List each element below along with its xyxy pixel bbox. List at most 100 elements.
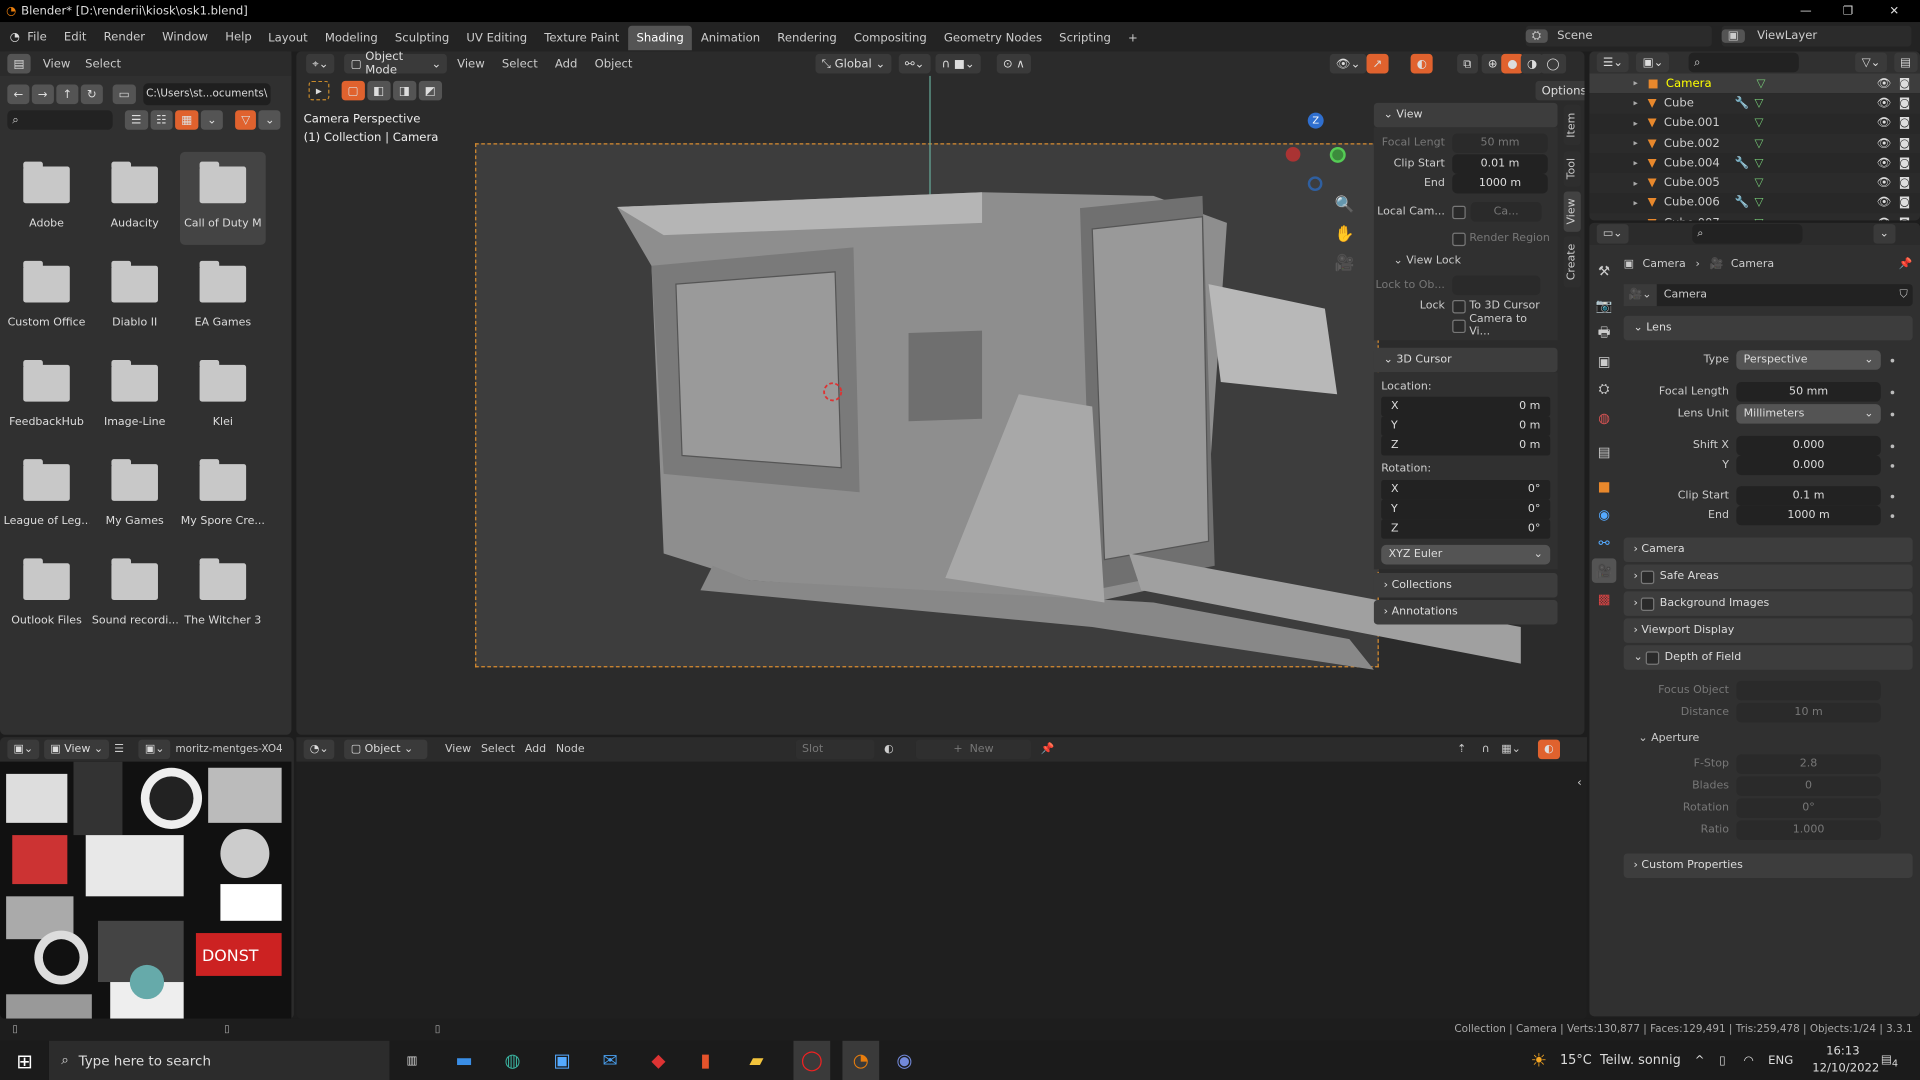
- section-background-images[interactable]: › Background Images: [1623, 591, 1913, 616]
- workspace-tab-rendering[interactable]: Rendering: [769, 26, 846, 50]
- clip-start-field[interactable]: 0.1 m: [1736, 486, 1881, 506]
- object-name[interactable]: Cube.005: [1664, 176, 1735, 189]
- path-field[interactable]: C:\Users\st...ocuments\: [143, 83, 271, 106]
- folder-item[interactable]: FeedbackHub: [4, 350, 90, 443]
- render-camera-icon[interactable]: ◙: [1899, 157, 1910, 170]
- clip-end-field[interactable]: 1000 m: [1736, 505, 1881, 526]
- editor-type-button[interactable]: ◔⌄: [303, 739, 335, 760]
- workspace-tab-compositing[interactable]: Compositing: [845, 26, 935, 50]
- render-region-checkbox[interactable]: [1452, 232, 1466, 246]
- expand-icon[interactable]: ▸: [1633, 138, 1637, 148]
- section-depth-of-field[interactable]: ⌄ Depth of Field: [1623, 645, 1913, 670]
- workspace-tab-uv-editing[interactable]: UV Editing: [458, 26, 536, 50]
- render-camera-icon[interactable]: ◙: [1899, 216, 1910, 220]
- aperture-subpanel-header[interactable]: ⌄ Aperture: [1624, 724, 1913, 753]
- lock-to-cursor-checkbox[interactable]: [1452, 299, 1466, 313]
- expand-icon[interactable]: ▸: [1633, 98, 1637, 108]
- render-camera-icon[interactable]: ◙: [1899, 77, 1910, 90]
- notification-center-icon[interactable]: ▤4: [1881, 1053, 1898, 1069]
- workspace-tab--[interactable]: +: [1119, 26, 1146, 50]
- outliner-row[interactable]: ▸ ▼ Cube.001 ▽ 👁 ◙: [1589, 113, 1920, 134]
- visibility-eye-icon[interactable]: 👁: [1877, 216, 1892, 220]
- editor-type-button[interactable]: ▣⌄: [7, 739, 40, 760]
- taskbar-search[interactable]: ⌕ Type here to search: [48, 1040, 390, 1080]
- editor-type-button[interactable]: ▤: [7, 53, 31, 74]
- render-camera-icon[interactable]: ◙: [1899, 137, 1910, 150]
- visibility-eye-icon[interactable]: 👁: [1877, 137, 1892, 150]
- scene-tab-icon[interactable]: ⛭: [1592, 377, 1616, 401]
- section-checkbox[interactable]: [1641, 570, 1655, 584]
- outliner-row[interactable]: ▸ ▼ Cube.002 ▽ 👁 ◙: [1589, 133, 1920, 154]
- blender-menu-icon[interactable]: ◔: [10, 30, 20, 43]
- game-app-icon[interactable]: ◆: [651, 1049, 665, 1071]
- zoom-icon[interactable]: 🔍: [1335, 196, 1355, 214]
- local-camera-field[interactable]: Ca...: [1470, 202, 1542, 222]
- visibility-eye-icon[interactable]: 👁: [1877, 196, 1892, 209]
- render-tab-icon[interactable]: 📷: [1592, 293, 1616, 317]
- expand-icon[interactable]: ▸: [1633, 158, 1637, 168]
- image-name[interactable]: moritz-mentges-XO4: [175, 743, 282, 755]
- section-safe-areas[interactable]: › Safe Areas: [1623, 564, 1913, 589]
- object-name[interactable]: Camera: [1666, 77, 1737, 90]
- collections-panel-header[interactable]: › Collections: [1373, 573, 1558, 598]
- weather-text[interactable]: 15°C Teilw. sonnig: [1560, 1053, 1681, 1068]
- lens-unit-field[interactable]: Millimeters ⌄: [1736, 404, 1881, 424]
- output-tab-icon[interactable]: 🖶: [1592, 321, 1616, 345]
- lens-panel-header[interactable]: ⌄ Lens: [1623, 315, 1913, 341]
- object-name[interactable]: Cube.001: [1664, 117, 1735, 130]
- lock-object-field[interactable]: [1452, 275, 1541, 296]
- shader-node-editor[interactable]: ◔⌄ ▢ Object ⌄ View Select Add Node Slot …: [296, 737, 1587, 1019]
- new-folder-button[interactable]: ▭: [112, 84, 136, 105]
- view-lock-header[interactable]: View Lock: [1406, 255, 1461, 267]
- local-camera-checkbox[interactable]: [1452, 205, 1466, 219]
- visibility-eye-icon[interactable]: 👁: [1877, 97, 1892, 110]
- keyframe-dot-icon[interactable]: [1890, 513, 1895, 518]
- thumbnails-button[interactable]: ▦: [175, 110, 199, 130]
- sidebar-tab-tool[interactable]: Tool: [1563, 150, 1581, 187]
- menu-help[interactable]: Help: [225, 30, 252, 43]
- render-camera-icon[interactable]: ◙: [1899, 176, 1910, 189]
- pan-hand-icon[interactable]: ✋: [1335, 225, 1355, 243]
- cursor-location-z[interactable]: Z 0 m: [1381, 435, 1551, 456]
- workspace-tab-animation[interactable]: Animation: [692, 26, 768, 50]
- display-settings-dropdown[interactable]: ⌄: [200, 110, 223, 130]
- shift-y-field[interactable]: 0.000: [1736, 455, 1881, 476]
- vertical-list-button[interactable]: ☰: [124, 110, 148, 130]
- folder-item[interactable]: My Spore Cre...: [180, 449, 266, 542]
- tool-tab-icon[interactable]: ⚒: [1592, 258, 1616, 282]
- object-name[interactable]: Cube: [1664, 97, 1735, 110]
- workspace-tab-layout[interactable]: Layout: [260, 26, 317, 50]
- folder-item[interactable]: Klei: [180, 350, 266, 443]
- office-app-icon[interactable]: ▮: [700, 1049, 710, 1071]
- tray-device-icon[interactable]: ▯: [1719, 1054, 1725, 1067]
- folder-item[interactable]: My Games: [92, 449, 178, 542]
- view-layer-tab-icon[interactable]: ▣: [1592, 349, 1616, 373]
- sidebar-tab-item[interactable]: Item: [1563, 105, 1581, 146]
- gizmo-neg-z[interactable]: [1307, 176, 1323, 192]
- section-camera[interactable]: › Camera: [1623, 537, 1913, 563]
- lens-type-field[interactable]: Perspective ⌄: [1736, 350, 1881, 370]
- outliner-row[interactable]: ▸ ▼ Cube.004 🔧 ▽ 👁 ◙: [1589, 153, 1920, 174]
- mail-app-icon[interactable]: ✉: [602, 1049, 617, 1071]
- visibility-eye-icon[interactable]: 👁: [1877, 77, 1892, 90]
- node-menu-view[interactable]: View: [445, 743, 471, 755]
- menu-render[interactable]: Render: [104, 30, 145, 43]
- physics-tab-icon[interactable]: ◉: [1592, 502, 1616, 526]
- task-view-icon[interactable]: ▥: [407, 1054, 418, 1067]
- visibility-eye-icon[interactable]: 👁: [1877, 157, 1892, 170]
- view-dropdown[interactable]: ▣ View ⌄: [44, 739, 110, 760]
- expand-icon[interactable]: ▸: [1633, 118, 1637, 128]
- outliner-row[interactable]: ▸ ▼ Cube.007 ▽ 👁 ◙: [1589, 213, 1920, 221]
- outliner-row[interactable]: ▸ ▼ Cube 🔧 ▽ 👁 ◙: [1589, 93, 1920, 114]
- visibility-eye-icon[interactable]: 👁: [1877, 117, 1892, 130]
- node-menu-select[interactable]: Select: [481, 743, 515, 755]
- shader-type-dropdown[interactable]: ▢ Object ⌄: [344, 739, 428, 760]
- clock[interactable]: 16:13 12/10/2022: [1812, 1043, 1879, 1077]
- snap-grid-icon[interactable]: ▦⌄: [1501, 743, 1521, 755]
- menu-file[interactable]: File: [27, 30, 46, 43]
- rotation-mode-dropdown[interactable]: XYZ Euler ⌄: [1381, 544, 1551, 565]
- filter-dropdown[interactable]: ⌄: [258, 110, 281, 130]
- cursor-location-y[interactable]: Y 0 m: [1381, 416, 1551, 436]
- outliner-row[interactable]: ▸ ■ Camera ▽ 👁 ◙: [1589, 73, 1920, 94]
- widgets-app-icon[interactable]: ▬: [456, 1049, 473, 1071]
